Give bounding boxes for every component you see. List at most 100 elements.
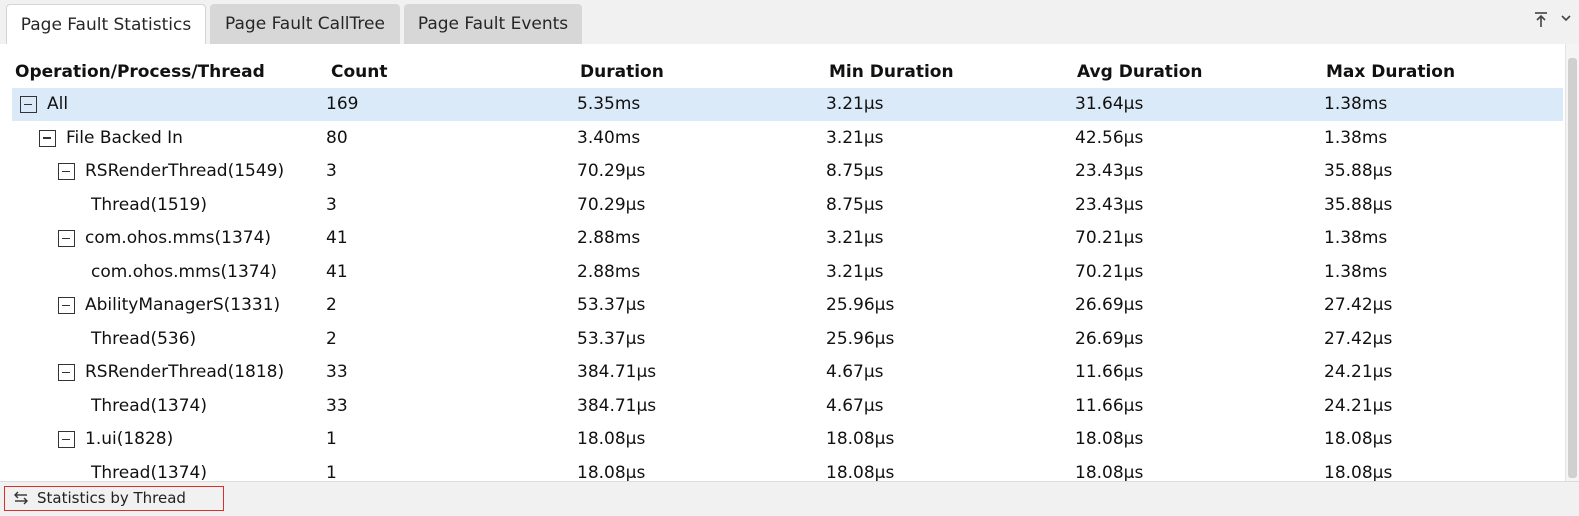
table-row[interactable]: com.ohos.mms(1374) 41 2.88ms 3.21μs 70.2… <box>0 222 1565 256</box>
row-max-duration: 24.21μs <box>1324 395 1393 416</box>
row-name: com.ohos.mms(1374) <box>91 261 278 282</box>
row-name: All <box>47 94 69 114</box>
row-avg-duration: 11.66μs <box>1075 362 1144 382</box>
row-max-duration: 27.42μs <box>1324 295 1393 315</box>
table-header: Operation/Process/Thread Count Duration … <box>0 57 1565 87</box>
row-count: 80 <box>326 127 348 148</box>
row-max-duration: 1.38ms <box>1324 261 1388 282</box>
row-max-duration: 1.38ms <box>1324 94 1388 114</box>
table-row[interactable]: Thread(1374) 33 384.71μs 4.67μs 11.66μs … <box>0 390 1565 424</box>
row-count: 2 <box>326 295 337 315</box>
row-count: 3 <box>326 161 337 181</box>
row-count: 33 <box>326 362 348 382</box>
row-duration: 384.71μs <box>577 395 657 416</box>
table-row[interactable]: com.ohos.mms(1374) 41 2.88ms 3.21μs 70.2… <box>0 256 1565 290</box>
row-duration: 70.29μs <box>577 194 646 215</box>
row-duration: 2.88ms <box>577 228 641 248</box>
table-row[interactable]: RSRenderThread(1818) 33 384.71μs 4.67μs … <box>0 356 1565 390</box>
row-max-duration: 1.38ms <box>1324 228 1388 248</box>
collapse-toggle-icon[interactable] <box>58 163 75 180</box>
swap-arrows-icon <box>14 491 28 505</box>
row-max-duration: 35.88μs <box>1324 161 1393 181</box>
row-avg-duration: 70.21μs <box>1075 228 1144 248</box>
row-duration: 18.08μs <box>577 429 646 449</box>
row-max-duration: 35.88μs <box>1324 194 1393 215</box>
row-name: 1.ui(1828) <box>85 429 174 449</box>
table-row[interactable]: Thread(536) 2 53.37μs 25.96μs 26.69μs 27… <box>0 323 1565 357</box>
tab-page-fault-events[interactable]: Page Fault Events <box>404 4 582 44</box>
column-header-max-duration[interactable]: Max Duration <box>1326 57 1455 87</box>
collapse-toggle-icon[interactable] <box>58 364 75 381</box>
table-row[interactable]: File Backed In 80 3.40ms 3.21μs 42.56μs … <box>0 122 1565 156</box>
collapse-toggle-icon[interactable] <box>58 431 75 448</box>
row-min-duration: 8.75μs <box>826 161 884 181</box>
row-min-duration: 4.67μs <box>826 362 884 382</box>
column-header-count[interactable]: Count <box>331 57 388 87</box>
row-duration: 53.37μs <box>577 328 646 349</box>
row-name: RSRenderThread(1818) <box>85 362 285 382</box>
row-min-duration: 8.75μs <box>826 194 884 215</box>
table-row[interactable]: Thread(1374) 1 18.08μs 18.08μs 18.08μs 1… <box>0 457 1565 482</box>
row-avg-duration: 42.56μs <box>1075 127 1144 148</box>
table-body: All 169 5.35ms 3.21μs 31.64μs 1.38ms Fil… <box>0 88 1565 481</box>
statistics-by-thread-button[interactable]: Statistics by Thread <box>4 486 224 511</box>
statistics-by-thread-label: Statistics by Thread <box>37 489 186 507</box>
row-avg-duration: 26.69μs <box>1075 328 1144 349</box>
collapse-toggle-icon[interactable] <box>58 297 75 314</box>
chevron-down-icon[interactable] <box>1560 12 1572 24</box>
column-header-avg-duration[interactable]: Avg Duration <box>1077 57 1203 87</box>
row-count: 41 <box>326 228 348 248</box>
row-duration: 2.88ms <box>577 261 641 282</box>
column-header-duration[interactable]: Duration <box>580 57 664 87</box>
column-header-min-duration[interactable]: Min Duration <box>829 57 954 87</box>
row-count: 169 <box>326 94 359 114</box>
row-count: 41 <box>326 261 348 282</box>
tab-bar: Page Fault Statistics Page Fault CallTre… <box>0 0 1579 45</box>
row-min-duration: 3.21μs <box>826 228 884 248</box>
vertical-scrollbar[interactable] <box>1565 44 1579 481</box>
row-avg-duration: 31.64μs <box>1075 94 1144 114</box>
row-min-duration: 3.21μs <box>826 94 884 114</box>
row-min-duration: 3.21μs <box>826 127 884 148</box>
row-min-duration: 3.21μs <box>826 261 884 282</box>
row-min-duration: 4.67μs <box>826 395 884 416</box>
table-row[interactable]: AbilityManagerS(1331) 2 53.37μs 25.96μs … <box>0 289 1565 323</box>
row-avg-duration: 23.43μs <box>1075 161 1144 181</box>
row-avg-duration: 26.69μs <box>1075 295 1144 315</box>
row-min-duration: 18.08μs <box>826 429 895 449</box>
page-fault-panel: Page Fault Statistics Page Fault CallTre… <box>0 0 1579 516</box>
table-row[interactable]: Thread(1519) 3 70.29μs 8.75μs 23.43μs 35… <box>0 189 1565 223</box>
row-avg-duration: 11.66μs <box>1075 395 1144 416</box>
collapse-toggle-icon[interactable] <box>20 96 37 113</box>
row-avg-duration: 70.21μs <box>1075 261 1144 282</box>
table-row[interactable]: 1.ui(1828) 1 18.08μs 18.08μs 18.08μs 18.… <box>0 423 1565 457</box>
row-name: File Backed In <box>66 127 183 148</box>
row-duration: 53.37μs <box>577 295 646 315</box>
row-name: com.ohos.mms(1374) <box>85 228 272 248</box>
row-duration: 70.29μs <box>577 161 646 181</box>
row-count: 2 <box>326 328 337 349</box>
row-avg-duration: 18.08μs <box>1075 429 1144 449</box>
tab-page-fault-calltree[interactable]: Page Fault CallTree <box>210 4 400 44</box>
row-max-duration: 1.38ms <box>1324 127 1388 148</box>
collapse-toggle-icon[interactable] <box>39 129 56 147</box>
row-max-duration: 18.08μs <box>1324 462 1393 482</box>
row-max-duration: 18.08μs <box>1324 429 1393 449</box>
row-avg-duration: 23.43μs <box>1075 194 1144 215</box>
row-name: Thread(1374) <box>91 395 207 416</box>
row-duration: 5.35ms <box>577 94 641 114</box>
table-row[interactable]: RSRenderThread(1549) 3 70.29μs 8.75μs 23… <box>0 155 1565 189</box>
pin-to-top-icon[interactable] <box>1532 10 1550 30</box>
row-min-duration: 25.96μs <box>826 295 895 315</box>
row-avg-duration: 18.08μs <box>1075 462 1144 482</box>
tab-page-fault-statistics[interactable]: Page Fault Statistics <box>6 4 206 45</box>
table-row[interactable]: All 169 5.35ms 3.21μs 31.64μs 1.38ms <box>0 88 1565 122</box>
row-count: 1 <box>326 429 337 449</box>
bottom-bar: Statistics by Thread <box>0 481 1579 516</box>
collapse-toggle-icon[interactable] <box>58 230 75 247</box>
scrollbar-thumb[interactable] <box>1568 58 1577 478</box>
row-name: Thread(1374) <box>91 462 207 482</box>
row-name: RSRenderThread(1549) <box>85 161 285 181</box>
row-count: 1 <box>326 462 337 482</box>
column-header-name[interactable]: Operation/Process/Thread <box>15 57 265 87</box>
